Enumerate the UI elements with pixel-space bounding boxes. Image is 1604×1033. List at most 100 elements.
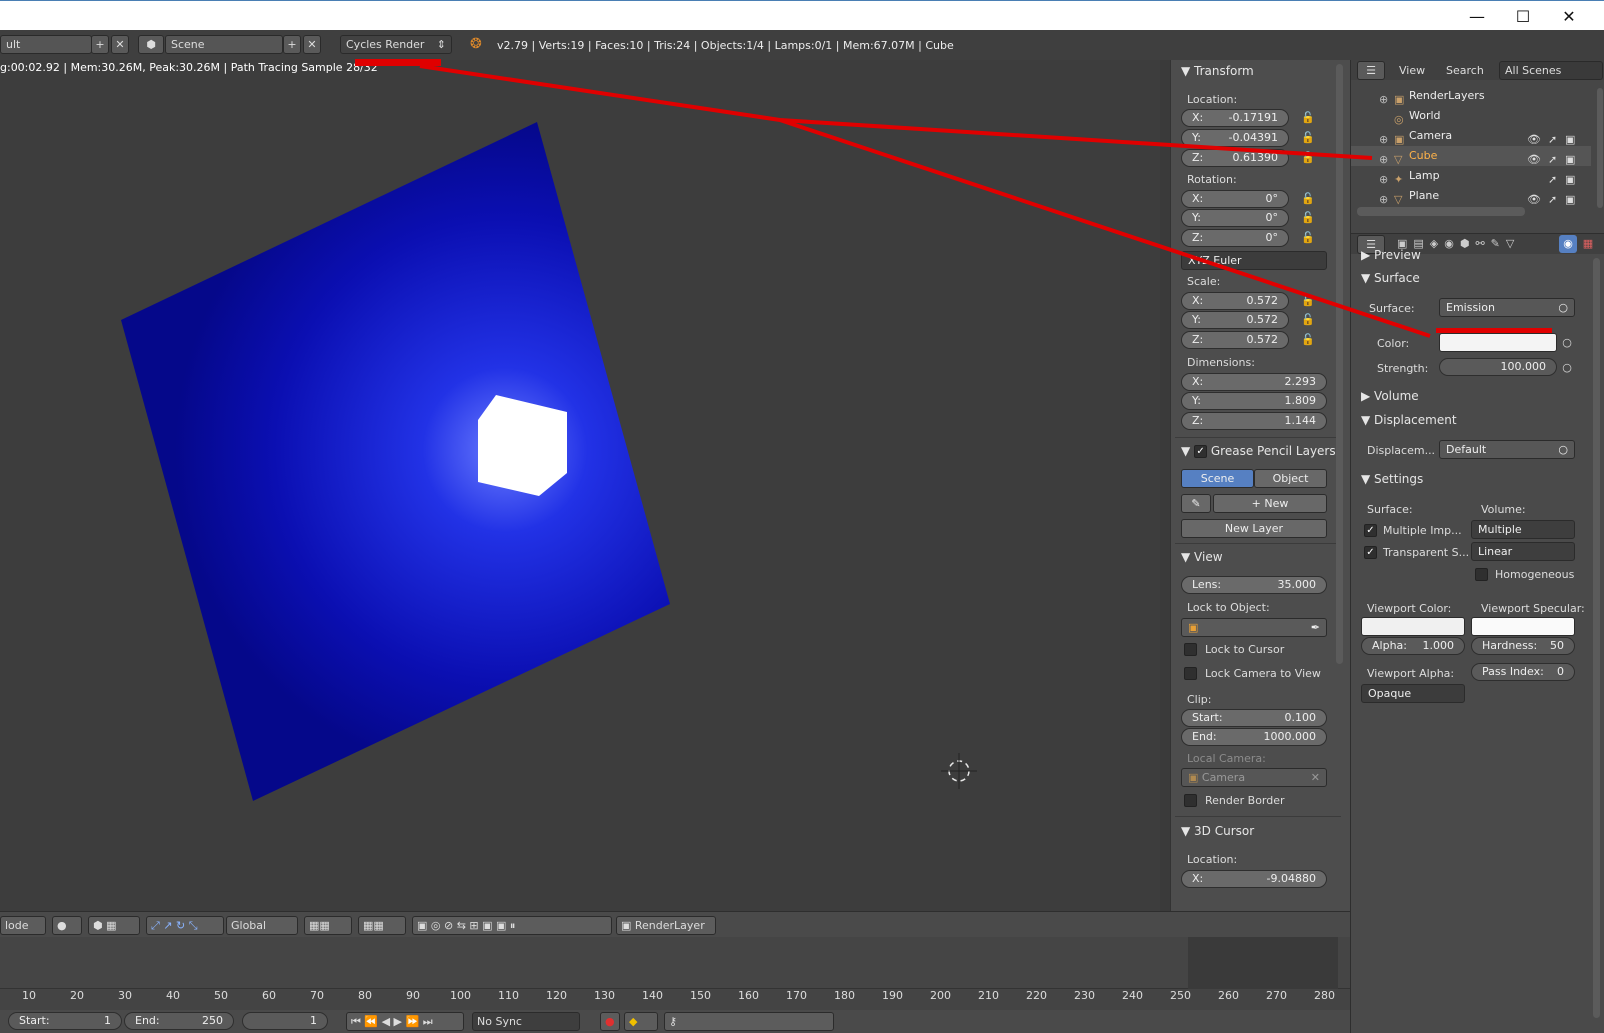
add-layout-icon[interactable]: + <box>91 35 109 54</box>
lock-icon[interactable]: 🔓 <box>1299 190 1317 208</box>
grease-pencil-checkbox[interactable]: ✓ <box>1194 445 1208 458</box>
preview-panel-header[interactable]: ▶ Preview <box>1361 248 1421 262</box>
lock-icon[interactable]: 🔓 <box>1299 311 1317 329</box>
clip-end-field[interactable]: End: 1000.000 <box>1181 728 1327 746</box>
lock-icon[interactable]: 🔓 <box>1299 209 1317 227</box>
scale-z-field[interactable]: Z: 0.572 <box>1181 331 1289 349</box>
record-icon[interactable]: ● <box>600 1012 620 1031</box>
lock-icon[interactable]: 🔓 <box>1299 292 1317 310</box>
minimize-button[interactable]: — <box>1454 1 1500 31</box>
mode-dropdown[interactable]: lode <box>0 916 46 935</box>
location-z-field[interactable]: Z: 0.61390 <box>1181 149 1289 167</box>
scene-field[interactable]: Scene <box>165 35 283 54</box>
surface-shader-dropdown[interactable]: Emission ○ <box>1439 298 1575 317</box>
rotation-y-field[interactable]: Y: 0° <box>1181 209 1289 227</box>
lock-icon[interactable]: 🔓 <box>1299 331 1317 349</box>
lock-to-cursor-checkbox[interactable] <box>1184 643 1197 656</box>
displacement-panel-header[interactable]: ▼ Displacement <box>1361 413 1457 427</box>
outliner-vertical-scrollbar[interactable] <box>1597 88 1603 208</box>
render-engine-dropdown[interactable]: Cycles Render ⇕ <box>340 35 452 54</box>
timeline-ruler[interactable] <box>0 937 1350 989</box>
render-border-checkbox[interactable] <box>1184 794 1197 807</box>
rotation-z-field[interactable]: Z: 0° <box>1181 229 1289 247</box>
blend-mode-dropdown[interactable]: Opaque <box>1361 684 1465 703</box>
screen-layout-field[interactable]: ult <box>0 35 92 54</box>
close-button[interactable]: ✕ <box>1546 1 1592 31</box>
current-frame-field[interactable]: 1 <box>242 1012 328 1030</box>
settings-panel-header[interactable]: ▼ Settings <box>1361 472 1423 486</box>
selectable-cursor-icons[interactable]: ➚ ➚ ➚ ➚ <box>1548 130 1557 210</box>
eyedropper-icon[interactable]: ✒ <box>1311 619 1320 636</box>
layers-grid-icon[interactable]: ▦▦ <box>358 916 406 935</box>
outliner-view-menu[interactable]: View <box>1399 64 1425 77</box>
view-header[interactable]: ▼ View <box>1171 546 1343 568</box>
strength-field[interactable]: 100.000 <box>1439 358 1557 376</box>
start-frame-field[interactable]: Start: 1 <box>8 1012 122 1030</box>
maximize-button[interactable]: ☐ <box>1500 1 1546 31</box>
color-node-link-icon[interactable]: ○ <box>1559 333 1575 352</box>
3d-cursor-icon[interactable] <box>941 753 977 789</box>
local-camera-field[interactable]: ▣ Camera ✕ <box>1181 768 1327 787</box>
editor-type-icon[interactable]: ☰ <box>1357 61 1385 80</box>
remove-layout-icon[interactable]: ✕ <box>111 35 129 54</box>
playback-controls-icons[interactable]: ⏮ ⏪ ◀ ▶ ⏩ ⏭ <box>346 1012 464 1031</box>
dimensions-y-field[interactable]: Y: 1.809 <box>1181 392 1327 410</box>
volume-interpolation-dropdown[interactable]: Linear <box>1471 542 1575 561</box>
properties-scrollbar[interactable] <box>1593 258 1600 1018</box>
clear-icon[interactable]: ✕ <box>1311 769 1320 786</box>
lock-icon[interactable]: 🔓 <box>1299 109 1317 127</box>
dimensions-z-field[interactable]: Z: 1.144 <box>1181 412 1327 430</box>
add-scene-icon[interactable]: + <box>283 35 301 54</box>
material-tab-icon[interactable]: ◉ <box>1559 235 1577 253</box>
manipulator-icons[interactable]: ⤢ ↗ ↻ ⤡ <box>146 916 224 935</box>
hardness-field[interactable]: Hardness: 50 <box>1471 637 1575 655</box>
lock-to-object-field[interactable]: ▣ ✒ <box>1181 618 1327 637</box>
new-layer-button[interactable]: New Layer <box>1181 519 1327 538</box>
snapping-tools-icons[interactable]: ▣ ◎ ⊘ ⇆ ⊞ ▣ ▣ ⏸ <box>412 916 612 935</box>
expand-icons[interactable]: ⊕ ⊕ ⊕ ⊕ ⊕ <box>1379 90 1388 210</box>
pencil-icon[interactable]: ✎ <box>1181 494 1211 513</box>
shading-mode-icon[interactable]: ● <box>52 916 82 935</box>
3d-cursor-header[interactable]: ▼ 3D Cursor <box>1171 820 1343 842</box>
keying-set-icon[interactable]: ◆ <box>624 1012 658 1031</box>
sync-dropdown[interactable]: No Sync <box>472 1012 580 1031</box>
volume-sampling-dropdown[interactable]: Multiple Import... <box>1471 520 1575 553</box>
new-grease-pencil-button[interactable]: + New <box>1213 494 1327 513</box>
keying-set-field[interactable]: ⚷ <box>664 1012 834 1031</box>
tab-scene[interactable]: Scene <box>1181 469 1254 488</box>
remove-scene-icon[interactable]: ✕ <box>303 35 321 54</box>
lock-icon[interactable]: 🔓 <box>1299 229 1317 247</box>
n-panel-scrollbar[interactable] <box>1336 64 1343 664</box>
location-y-field[interactable]: Y: -0.04391 <box>1181 129 1289 147</box>
viewport-color-swatch[interactable] <box>1361 617 1465 636</box>
3d-viewport[interactable] <box>0 60 1170 911</box>
render-layer-button[interactable]: ▣ RenderLayer <box>616 916 716 935</box>
pivot-point-icon[interactable]: ⬢ ▦ <box>88 916 140 935</box>
lock-icon[interactable]: 🔓 <box>1299 149 1317 167</box>
surface-panel-header[interactable]: ▼ Surface <box>1361 271 1420 285</box>
orientation-dropdown[interactable]: Global <box>226 916 298 935</box>
tab-object[interactable]: Object <box>1254 469 1327 488</box>
scale-y-field[interactable]: Y: 0.572 <box>1181 311 1289 329</box>
transparent-shadows-checkbox[interactable]: ✓ <box>1364 546 1377 559</box>
texture-tab-icon[interactable]: ▦ <box>1579 235 1597 253</box>
dimensions-x-field[interactable]: X: 2.293 <box>1181 373 1327 391</box>
viewport-specular-swatch[interactable] <box>1471 617 1575 636</box>
lock-icon[interactable]: 🔓 <box>1299 129 1317 147</box>
visibility-eye-icons[interactable]: 👁 👁 👁 <box>1527 130 1541 210</box>
pass-index-field[interactable]: Pass Index: 0 <box>1471 663 1575 681</box>
lock-camera-checkbox[interactable] <box>1184 667 1197 680</box>
location-x-field[interactable]: X: -0.17191 <box>1181 109 1289 127</box>
emission-color-swatch[interactable] <box>1439 333 1557 352</box>
transform-header[interactable]: ▼ Transform <box>1171 60 1343 82</box>
alpha-field[interactable]: Alpha: 1.000 <box>1361 637 1465 655</box>
grease-pencil-header[interactable]: ▼ ✓ Grease Pencil Layers <box>1171 440 1343 462</box>
scene-selector-icon[interactable]: ⬢ <box>138 35 164 54</box>
outliner-filter-dropdown[interactable]: All Scenes <box>1499 61 1603 80</box>
homogeneous-checkbox[interactable] <box>1475 568 1488 581</box>
render-camera-icons[interactable]: ▣ ▣ ▣ ▣ <box>1565 130 1575 210</box>
rotation-x-field[interactable]: X: 0° <box>1181 190 1289 208</box>
outliner-search-menu[interactable]: Search <box>1446 64 1484 77</box>
rotation-mode-dropdown[interactable]: XYZ Euler <box>1181 251 1327 270</box>
clip-start-field[interactable]: Start: 0.100 <box>1181 709 1327 727</box>
